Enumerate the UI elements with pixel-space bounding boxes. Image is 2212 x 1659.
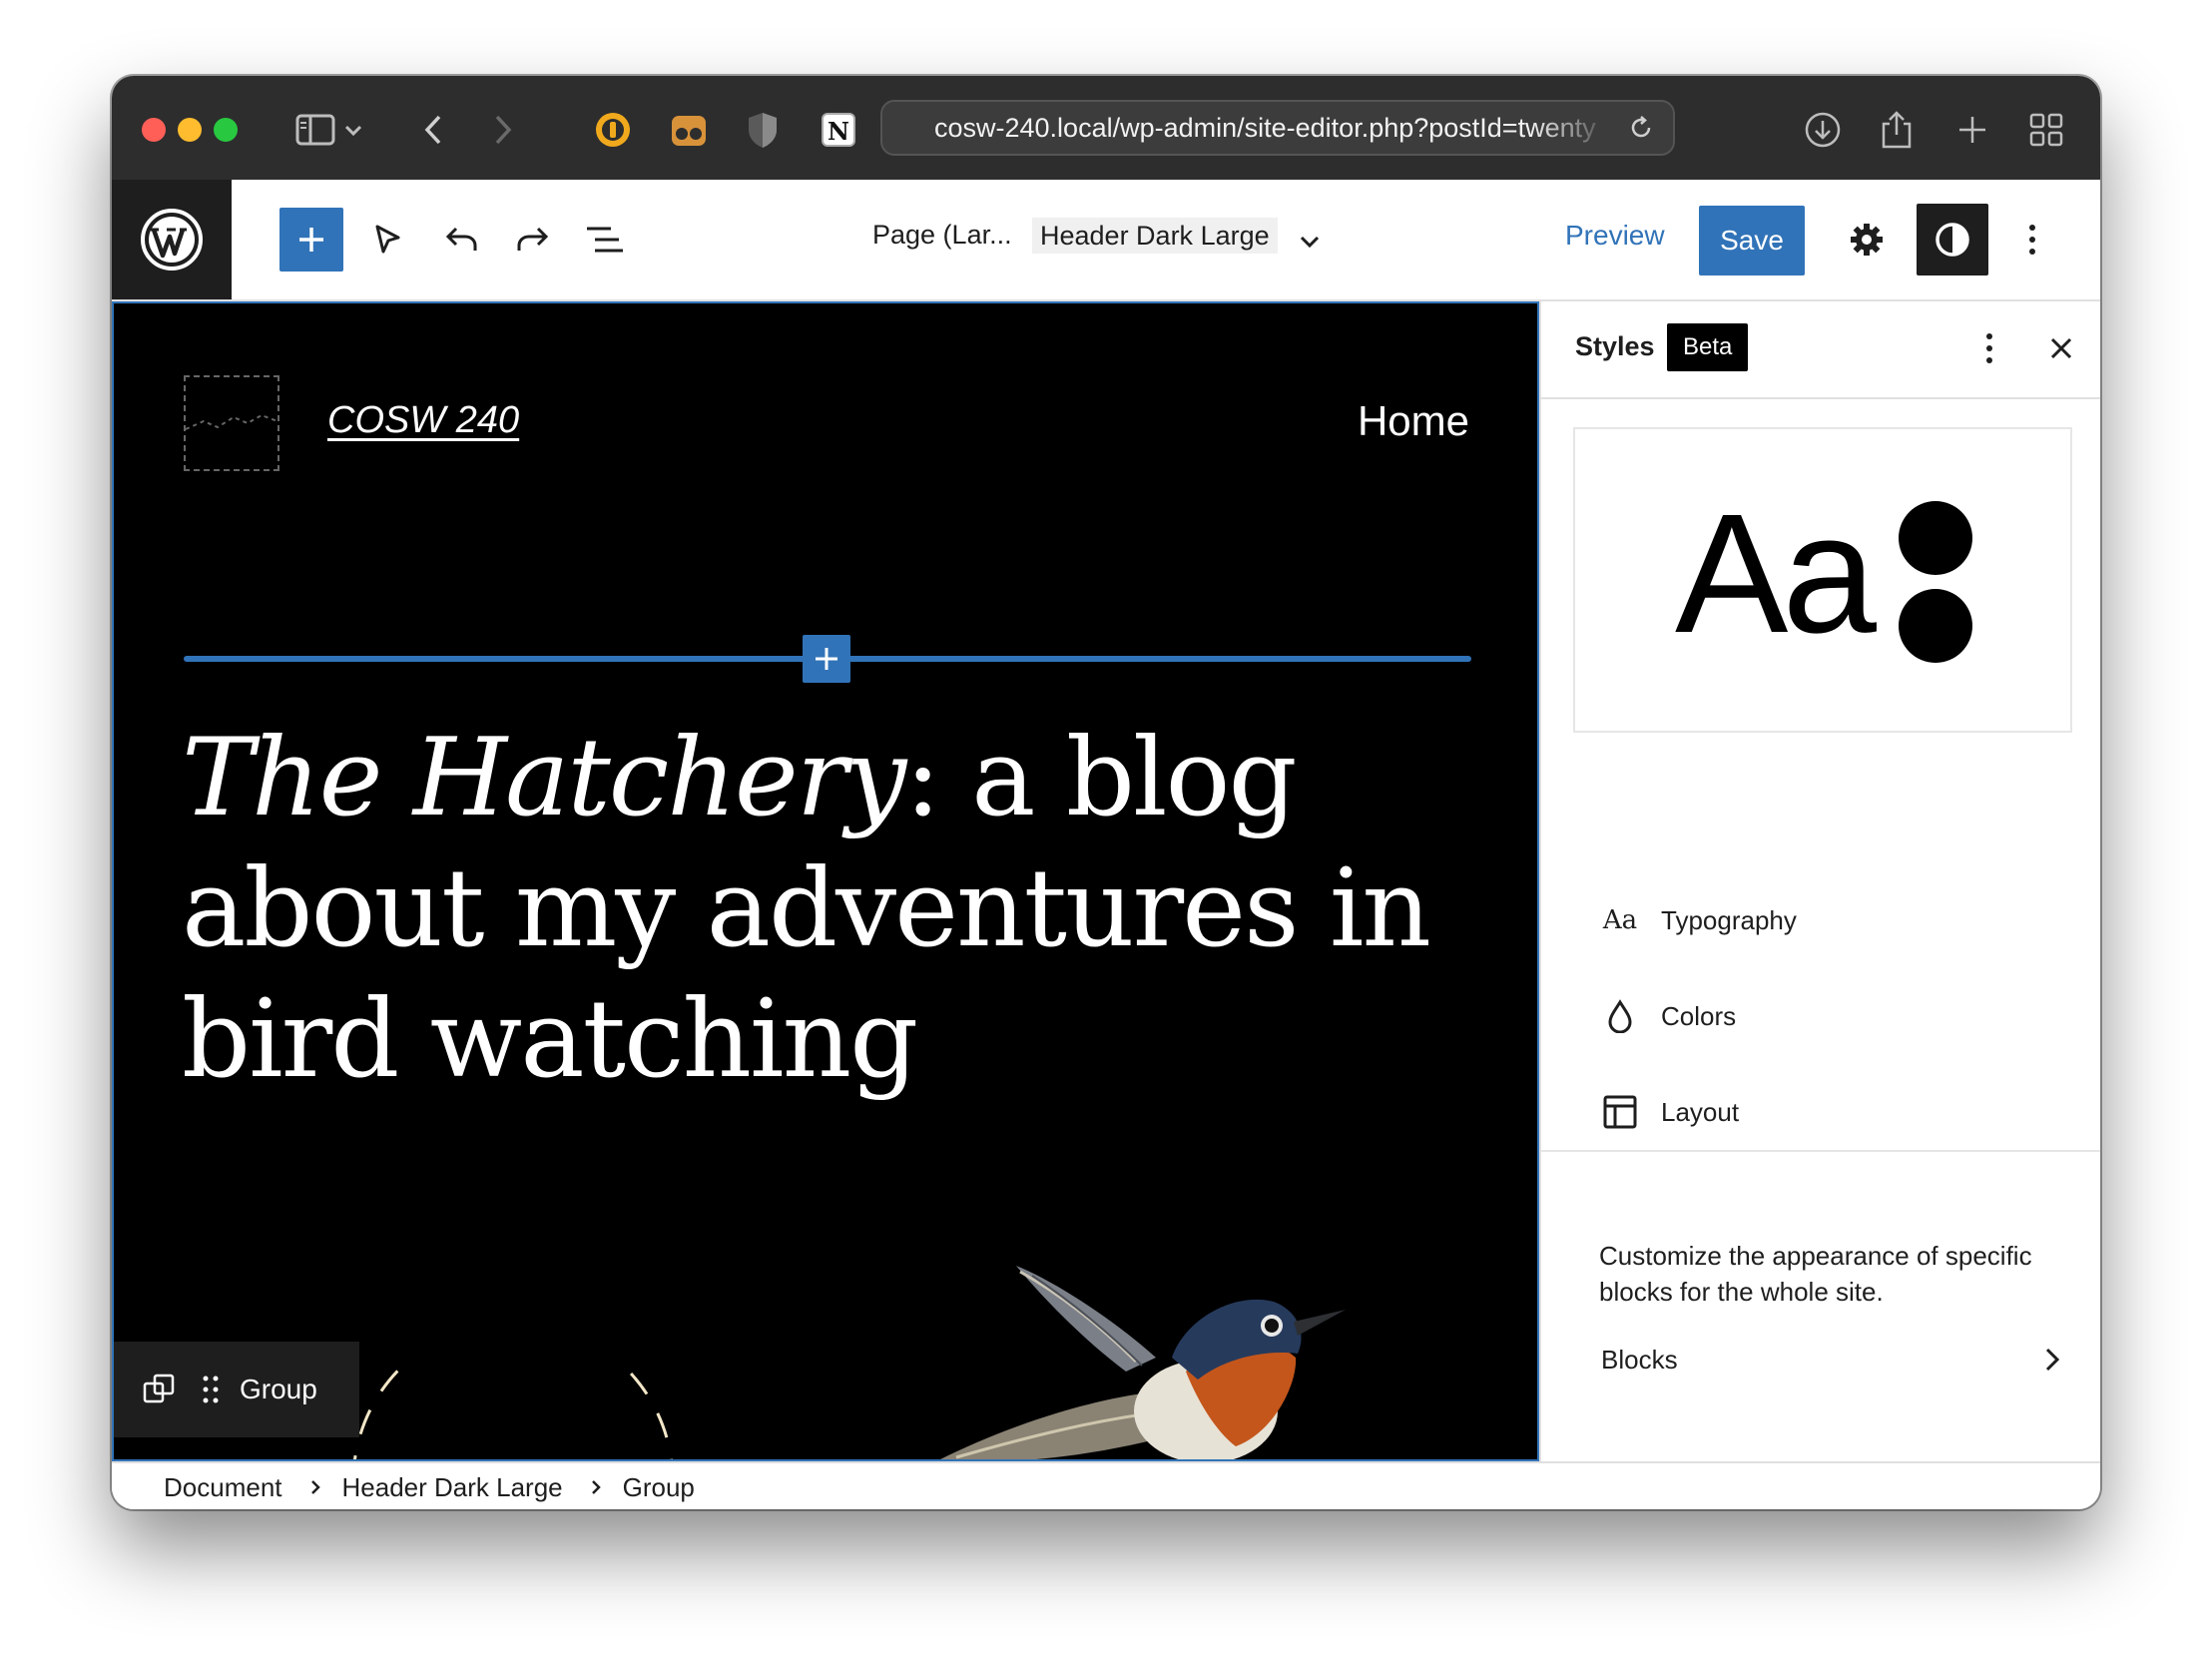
color-swatch-dot xyxy=(1899,589,1972,663)
menu-item-label: Layout xyxy=(1661,1096,1740,1127)
settings-button[interactable] xyxy=(1839,212,1895,268)
blocks-description: Customize the appearance of specific blo… xyxy=(1599,1241,2032,1307)
dashed-arc-decoration xyxy=(353,1362,673,1459)
chevron-right-icon xyxy=(2045,1348,2060,1372)
style-preview-card[interactable]: Aa xyxy=(1573,427,2072,733)
password-manager-icon[interactable] xyxy=(589,106,637,154)
nav-link-home[interactable]: Home xyxy=(1358,397,1469,445)
list-view-icon xyxy=(587,227,623,253)
breadcrumb-document[interactable]: Document xyxy=(164,1472,282,1503)
droplet-icon xyxy=(1603,999,1637,1033)
contrast-icon xyxy=(1936,223,1969,257)
chevron-down-icon[interactable] xyxy=(337,106,369,154)
reload-icon[interactable] xyxy=(1627,114,1655,149)
block-toolbar[interactable]: Group xyxy=(114,1342,359,1437)
panel-title: Styles xyxy=(1575,331,1655,361)
cursor-icon xyxy=(375,225,400,254)
browser-titlebar: N cosw-240.local/wp-admin/site-editor.ph… xyxy=(112,76,2100,182)
address-bar[interactable]: cosw-240.local/wp-admin/site-editor.php?… xyxy=(880,100,1675,156)
inline-inserter-button[interactable] xyxy=(803,635,850,683)
sidebar-toggle-icon[interactable] xyxy=(291,106,339,154)
panel-divider xyxy=(1541,1150,2100,1152)
drag-handle-icon[interactable] xyxy=(202,1375,220,1404)
layout-icon xyxy=(1603,1095,1637,1129)
breadcrumb-group[interactable]: Group xyxy=(623,1472,695,1503)
styles-toggle-button[interactable] xyxy=(1917,204,1988,276)
close-panel-button[interactable] xyxy=(2048,335,2074,361)
block-breadcrumb: Document Header Dark Large Group xyxy=(112,1461,2100,1509)
notion-icon[interactable]: N xyxy=(815,106,862,154)
gear-icon xyxy=(1851,224,1883,256)
typography-icon: Aa xyxy=(1602,905,1638,935)
extension-icon[interactable] xyxy=(665,106,713,154)
breadcrumb-template[interactable]: Header Dark Large xyxy=(342,1472,563,1503)
editor-header: Page (Lar... Header Dark Large Preview S… xyxy=(112,180,2100,301)
bird-illustration xyxy=(940,1266,1346,1459)
url-text: cosw-240.local/wp-admin/site-editor.php?… xyxy=(934,112,1596,143)
panel-options-button[interactable] xyxy=(1984,331,1994,365)
chevron-right-icon xyxy=(591,1479,601,1495)
more-vertical-icon xyxy=(1986,333,1992,363)
downloads-icon[interactable] xyxy=(1799,106,1847,154)
back-icon[interactable] xyxy=(409,106,457,154)
menu-item-label: Typography xyxy=(1661,904,1797,935)
block-inserter-button[interactable] xyxy=(279,208,343,272)
styles-menu-layout[interactable]: Layout xyxy=(1603,1082,1739,1142)
styles-menu-typography[interactable]: Aa Typography xyxy=(1603,890,1797,950)
styles-panel-header: Styles Beta xyxy=(1541,301,2100,399)
blocks-styles-button[interactable]: Blocks xyxy=(1601,1330,2060,1389)
style-preview-text: Aa xyxy=(1675,479,1877,669)
styles-menu-colors[interactable]: Colors xyxy=(1603,986,1736,1046)
plus-icon xyxy=(816,648,837,670)
plus-icon xyxy=(299,228,323,252)
site-tagline-heading[interactable]: The Hatchery: a blog about my adventures… xyxy=(182,713,1499,1105)
image-placeholder-icon xyxy=(186,413,277,430)
list-view-button[interactable] xyxy=(577,212,633,268)
select-tool-button[interactable] xyxy=(359,212,415,268)
svg-text:N: N xyxy=(828,117,849,146)
block-toolbar-label[interactable]: Group xyxy=(240,1374,317,1405)
close-window-button[interactable] xyxy=(142,118,166,142)
forward-icon[interactable] xyxy=(479,106,527,154)
close-icon xyxy=(2050,337,2072,359)
redo-icon xyxy=(517,227,549,251)
group-block-icon[interactable] xyxy=(142,1373,176,1406)
document-title[interactable]: Page (Lar... xyxy=(872,220,1012,251)
share-icon[interactable] xyxy=(1873,106,1921,154)
template-dropdown-button[interactable] xyxy=(1290,214,1330,270)
new-tab-icon[interactable] xyxy=(1948,106,1996,154)
headline-italic: The Hatchery xyxy=(182,716,906,840)
site-title[interactable]: COSW 240 xyxy=(327,399,519,442)
tab-overview-icon[interactable] xyxy=(2022,106,2070,154)
chevron-right-icon xyxy=(310,1479,320,1495)
site-logo-placeholder[interactable] xyxy=(184,375,279,471)
beta-badge: Beta xyxy=(1667,323,1749,371)
shield-icon[interactable] xyxy=(739,106,787,154)
wordpress-logo-icon[interactable] xyxy=(112,180,232,299)
styles-sidebar: Styles Beta Aa Aa Typography Colors Layo… xyxy=(1539,301,2100,1461)
editor-canvas[interactable]: COSW 240 Home The Hatchery: a blog about… xyxy=(112,301,1539,1461)
save-button[interactable]: Save xyxy=(1699,206,1805,276)
zoom-window-button[interactable] xyxy=(214,118,238,142)
undo-button[interactable] xyxy=(433,212,489,268)
chevron-down-icon xyxy=(1300,236,1320,249)
more-vertical-icon xyxy=(2029,225,2035,255)
template-name[interactable]: Header Dark Large xyxy=(1032,218,1278,254)
menu-item-label: Colors xyxy=(1661,1000,1737,1031)
color-swatch-dot xyxy=(1899,501,1972,575)
options-menu-button[interactable] xyxy=(2004,212,2060,268)
undo-icon xyxy=(445,227,477,251)
browser-window: N cosw-240.local/wp-admin/site-editor.ph… xyxy=(112,76,2100,1509)
blocks-label: Blocks xyxy=(1601,1344,1678,1375)
redo-button[interactable] xyxy=(505,212,561,268)
minimize-window-button[interactable] xyxy=(178,118,202,142)
preview-button[interactable]: Preview xyxy=(1565,220,1665,252)
